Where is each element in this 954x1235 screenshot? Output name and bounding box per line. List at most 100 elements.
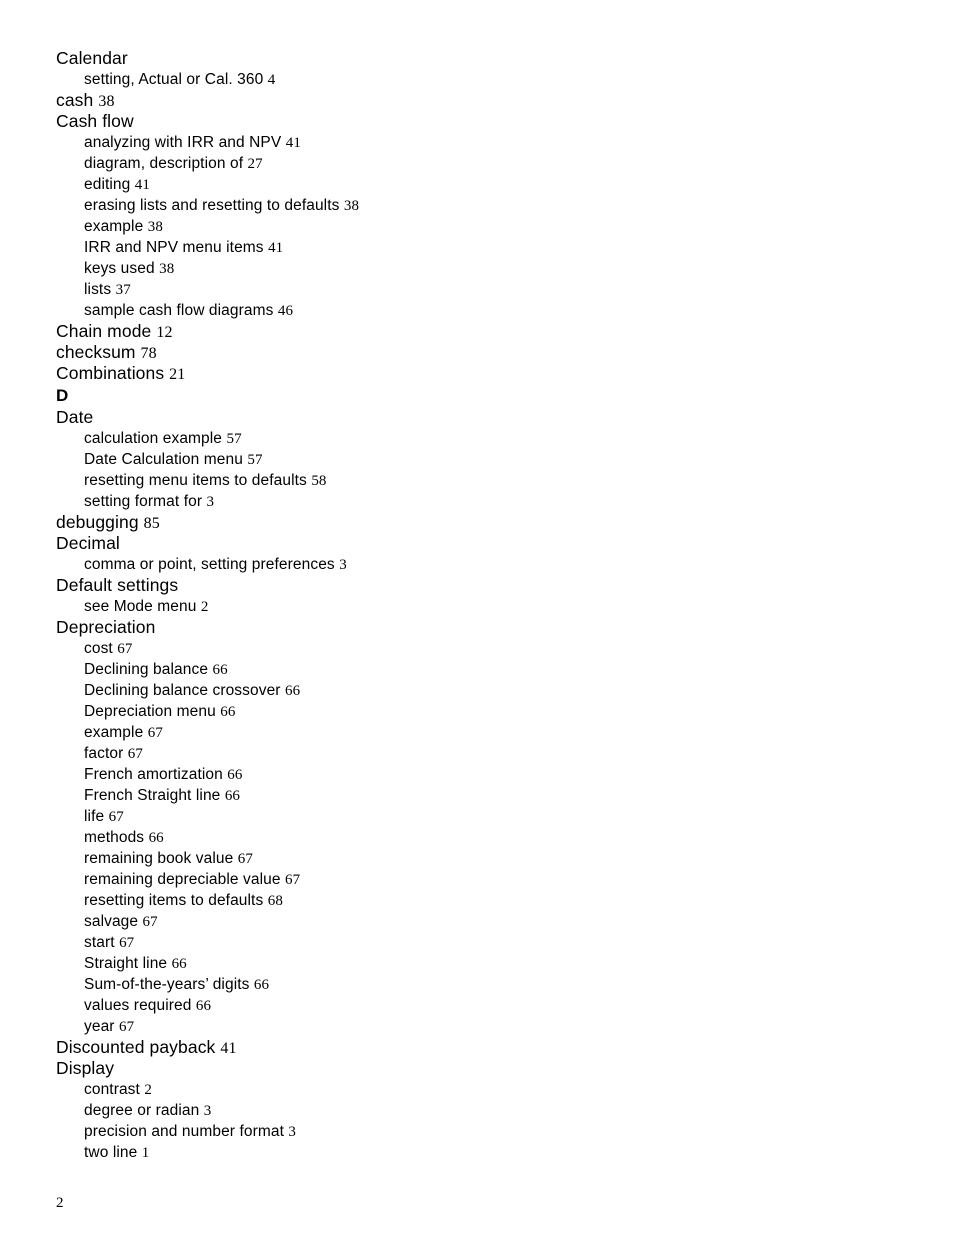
index-section-letter-text: D	[56, 386, 69, 405]
index-entry-page-number: 66	[148, 830, 164, 846]
index-entry-text: French amortization	[84, 766, 223, 783]
index-entry-text: resetting menu items to defaults	[84, 472, 307, 489]
index-entry-text: life	[84, 808, 105, 825]
index-entry-page-number: 2	[144, 1082, 152, 1098]
index-entry-page-number: 12	[156, 324, 173, 341]
index-entry-page-number: 2	[200, 599, 209, 615]
index-entry-text: checksum	[56, 342, 136, 362]
index-entry-text: Sum-of-the-years’ digits	[84, 976, 250, 993]
index-entry-text: year	[84, 1018, 115, 1035]
index-entry: Calendar	[56, 48, 756, 69]
index-entry-text: diagram, description of	[84, 155, 244, 172]
index-entry-page-number: 66	[224, 788, 241, 804]
index-subentry: life 67	[84, 806, 756, 827]
index-subentry: start 67	[84, 932, 756, 953]
index-subentry: resetting items to defaults 68	[84, 890, 756, 911]
index-entry: checksum 78	[56, 342, 756, 363]
index-entry-text: contrast	[84, 1081, 140, 1098]
index-entry-text: resetting items to defaults	[84, 892, 264, 909]
index-entry-text: salvage	[84, 913, 139, 930]
index-section-letter: D	[56, 384, 756, 407]
index-entry: Combinations 21	[56, 363, 756, 384]
index-entry-page-number: 38	[159, 261, 175, 277]
index-entry: debugging 85	[56, 512, 756, 533]
index-subentry: cost 67	[84, 638, 756, 659]
index-subentry: precision and number format 3	[84, 1121, 756, 1142]
index-entry-text: IRR and NPV menu items	[84, 239, 264, 256]
index-subentry: diagram, description of 27	[84, 153, 756, 174]
index-subentry: French Straight line 66	[84, 785, 756, 806]
index-subentry: year 67	[84, 1016, 756, 1037]
index-entry-page-number: 67	[119, 935, 135, 951]
index-entry: Decimal	[56, 533, 756, 554]
index-entry-text: Depreciation menu	[84, 703, 216, 720]
index-entry-text: cash	[56, 90, 94, 110]
index-entry-text: values required	[84, 997, 192, 1014]
index-entry-page-number: 57	[247, 452, 263, 468]
index-subentry: Straight line 66	[84, 953, 756, 974]
index-entry-page-number: 66	[253, 977, 270, 993]
index-entry-text: calculation example	[84, 430, 223, 447]
index-entry-page-number: 67	[285, 872, 301, 888]
index-subentry: example 67	[84, 722, 756, 743]
index-entry-page-number: 3	[288, 1124, 297, 1140]
index-entry: Display	[56, 1058, 756, 1079]
index-entry-page-number: 3	[339, 557, 347, 573]
index-entry-page-number: 27	[247, 156, 263, 172]
index-entry-page-number: 41	[220, 1040, 237, 1057]
index-subentry: setting format for 3	[84, 491, 756, 512]
index-subentry: methods 66	[84, 827, 756, 848]
index-entry-page-number: 37	[115, 282, 131, 298]
index-subentry: Date Calculation menu 57	[84, 449, 756, 470]
index-subentry: French amortization 66	[84, 764, 756, 785]
index-entry: Default settings	[56, 575, 756, 596]
index-entry: Date	[56, 407, 756, 428]
index-entry-text: French Straight line	[84, 787, 221, 804]
index-subentry: contrast 2	[84, 1079, 756, 1100]
index-entry-page-number: 67	[147, 725, 163, 741]
index-subentry: two line 1	[84, 1142, 756, 1163]
index-entry: Cash flow	[56, 111, 756, 132]
index-entry-text: Date Calculation menu	[84, 451, 243, 468]
index-entry-page-number: 21	[169, 366, 186, 383]
index-entry-text: precision and number format	[84, 1123, 284, 1140]
index-entry-text: cost	[84, 640, 113, 657]
index-entry-page-number: 58	[311, 473, 327, 489]
index-entry-text: methods	[84, 829, 145, 846]
index-entry-text: erasing lists and resetting to defaults	[84, 197, 340, 214]
index-entry-page-number: 46	[277, 303, 294, 319]
index-subentry: salvage 67	[84, 911, 756, 932]
index-subentry: Depreciation menu 66	[84, 701, 756, 722]
index-entry-page-number: 67	[118, 1019, 135, 1035]
index-entry-page-number: 66	[227, 767, 243, 783]
index-entry-text: Declining balance crossover	[84, 682, 281, 699]
index-entry-text: start	[84, 934, 115, 951]
index-subentry: calculation example 57	[84, 428, 756, 449]
index-entry-text: Combinations	[56, 363, 165, 383]
index-subentry: erasing lists and resetting to defaults …	[84, 195, 756, 216]
index-subentry: values required 66	[84, 995, 756, 1016]
index-entry-text: Chain mode	[56, 321, 152, 341]
index-entry-text: debugging	[56, 512, 139, 532]
index-subentry: remaining book value 67	[84, 848, 756, 869]
page-number: 2	[56, 1195, 64, 1211]
index-entry-page-number: 67	[237, 851, 253, 867]
index-subentry: sample cash flow diagrams 46	[84, 300, 756, 321]
index-entry-page-number: 67	[108, 809, 124, 825]
index-entry-page-number: 41	[285, 135, 301, 151]
index-subentry: Declining balance crossover 66	[84, 680, 756, 701]
index-entry-page-number: 67	[127, 746, 143, 762]
index-entry-text: Discounted payback	[56, 1037, 216, 1057]
index-entry-text: example	[84, 724, 144, 741]
index-entry-text: editing	[84, 176, 131, 193]
index-entry-page-number: 38	[343, 198, 360, 214]
index-subentry: comma or point, setting preferences 3	[84, 554, 756, 575]
index-subentry: degree or radian 3	[84, 1100, 756, 1121]
index-subentry: Declining balance 66	[84, 659, 756, 680]
index-subentry: see Mode menu 2	[84, 596, 756, 617]
index-entry: Chain mode 12	[56, 321, 756, 342]
index-entry-page-number: 68	[267, 893, 283, 909]
index-page: Calendar setting, Actual or Cal. 360 4 cas…	[0, 0, 954, 1235]
index-entry-page-number: 66	[212, 662, 228, 678]
index-subentry: IRR and NPV menu items 41	[84, 237, 756, 258]
